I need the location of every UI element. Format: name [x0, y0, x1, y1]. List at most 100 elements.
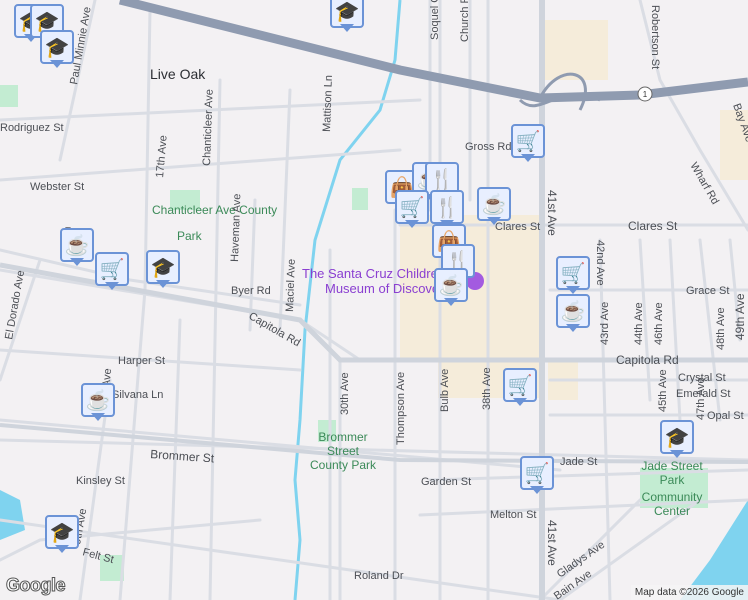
highway-shield: 1 — [643, 90, 648, 99]
svg-text:Bulb Ave: Bulb Ave — [439, 369, 451, 412]
marker-pointer — [566, 286, 580, 294]
svg-text:Jade St: Jade St — [560, 456, 597, 468]
svg-text:Center: Center — [654, 504, 690, 518]
cafe-marker[interactable]: ☕ — [81, 383, 115, 423]
svg-text:Capitola Rd: Capitola Rd — [616, 353, 679, 367]
marker-pointer — [566, 324, 580, 332]
major-roads — [0, 0, 748, 600]
shopping-icon: 🛒 — [95, 252, 129, 286]
map-canvas[interactable]: 1 Live Oak Chanticleer Ave County Park B… — [0, 0, 748, 600]
cafe-marker[interactable]: ☕ — [60, 228, 94, 268]
svg-text:Silvana Ln: Silvana Ln — [112, 389, 163, 401]
svg-text:Street: Street — [327, 444, 360, 458]
svg-text:Melton St: Melton St — [490, 509, 536, 521]
svg-text:Gross Rd: Gross Rd — [465, 141, 511, 153]
svg-text:Park: Park — [177, 229, 203, 243]
shopping-marker[interactable]: 🛒 — [95, 252, 129, 292]
svg-text:Grace St: Grace St — [686, 285, 729, 297]
google-logo[interactable]: Google — [6, 575, 67, 596]
map-attribution[interactable]: Map data ©2026 Google — [630, 585, 748, 600]
marker-pointer — [405, 220, 419, 228]
svg-text:17th Ave: 17th Ave — [154, 135, 170, 179]
marker-pointer — [156, 280, 170, 288]
shopping-icon: 🛒 — [395, 190, 429, 224]
school-icon: 🎓 — [146, 250, 180, 284]
shopping-icon: 🛒 — [556, 256, 590, 290]
school-icon: 🎓 — [45, 515, 79, 549]
svg-text:Byer Rd: Byer Rd — [231, 285, 271, 297]
school-marker[interactable]: 🎓 — [330, 0, 364, 34]
cafe-icon: ☕ — [60, 228, 94, 262]
school-icon: 🎓 — [660, 420, 694, 454]
svg-text:Brommer St: Brommer St — [150, 447, 215, 465]
shopping-icon: 🛒 — [520, 456, 554, 490]
water — [0, 0, 748, 600]
marker-pointer — [55, 545, 69, 553]
cafe-icon: ☕ — [556, 294, 590, 328]
svg-text:48th Ave: 48th Ave — [715, 307, 727, 350]
svg-text:Chanticleer Ave: Chanticleer Ave — [201, 89, 216, 166]
marker-pointer — [530, 486, 544, 494]
svg-text:Museum of Discovery: Museum of Discovery — [325, 281, 450, 296]
cafe-icon: ☕ — [434, 268, 468, 302]
svg-text:46th Ave: 46th Ave — [653, 302, 665, 345]
shopping-marker[interactable]: 🛒 — [556, 256, 590, 296]
school-icon: 🎓 — [40, 30, 74, 64]
svg-text:Roland Dr: Roland Dr — [354, 570, 404, 582]
svg-text:The Santa Cruz Children's: The Santa Cruz Children's — [302, 266, 455, 281]
school-marker[interactable]: 🎓 — [146, 250, 180, 290]
marker-pointer — [70, 258, 84, 266]
svg-text:County Park: County Park — [310, 458, 377, 472]
shopping-marker[interactable]: 🛒 — [520, 456, 554, 496]
shopping-marker[interactable]: 🛒 — [503, 368, 537, 408]
shopping-icon: 🛒 — [511, 124, 545, 158]
svg-text:Thompson Ave: Thompson Ave — [395, 372, 407, 445]
svg-text:Harper St: Harper St — [118, 355, 165, 367]
svg-text:Mattison Ln: Mattison Ln — [321, 75, 335, 132]
svg-text:Park: Park — [660, 473, 686, 487]
cafe-icon: ☕ — [81, 383, 115, 417]
svg-text:Maciel Ave: Maciel Ave — [284, 259, 298, 312]
marker-pointer — [487, 217, 501, 225]
svg-text:Opal St: Opal St — [707, 410, 744, 422]
cafe-marker[interactable]: ☕ — [434, 268, 468, 308]
shopping-icon: 🛒 — [503, 368, 537, 402]
marker-pointer — [50, 60, 64, 68]
svg-text:Brommer: Brommer — [318, 430, 367, 444]
cafe-marker[interactable]: ☕ — [477, 187, 511, 227]
minor-roads — [0, 0, 748, 600]
svg-text:Community: Community — [642, 490, 703, 504]
marker-pointer — [670, 450, 684, 458]
school-marker[interactable]: 🎓 — [660, 420, 694, 460]
svg-text:30th Ave: 30th Ave — [339, 372, 351, 415]
svg-text:Haveman Ave: Haveman Ave — [229, 193, 243, 262]
shopping-marker[interactable]: 🛒 — [395, 190, 429, 230]
marker-pointer — [340, 24, 354, 32]
svg-text:Wharf Rd: Wharf Rd — [687, 161, 721, 207]
svg-text:38th Ave: 38th Ave — [481, 367, 493, 410]
cafe-marker[interactable]: ☕ — [556, 294, 590, 334]
svg-text:45th Ave: 45th Ave — [657, 369, 669, 412]
svg-text:Robertson St: Robertson St — [649, 5, 661, 69]
marker-pointer — [105, 282, 119, 290]
shopping-marker[interactable]: 🛒 — [511, 124, 545, 164]
svg-text:Chanticleer Ave County: Chanticleer Ave County — [152, 203, 277, 217]
svg-text:Webster St: Webster St — [30, 181, 84, 193]
cafe-icon: ☕ — [477, 187, 511, 221]
svg-text:Jade Street: Jade Street — [641, 459, 703, 473]
street-labels: Paul Minnie Ave Rodriguez St Webster St … — [0, 0, 748, 600]
svg-text:41st Ave: 41st Ave — [545, 190, 559, 236]
svg-text:Church Park Dr: Church Park Dr — [459, 0, 471, 42]
svg-text:Garden St: Garden St — [421, 476, 471, 488]
park-chanticleer[interactable]: Chanticleer Ave County Park — [152, 203, 277, 243]
svg-text:43rd Ave: 43rd Ave — [599, 302, 611, 345]
svg-text:Soquel Gulch Rd: Soquel Gulch Rd — [429, 0, 441, 40]
svg-text:44th Ave: 44th Ave — [633, 302, 645, 345]
marker-pointer — [91, 413, 105, 421]
school-marker[interactable]: 🎓 — [45, 515, 79, 555]
marker-pointer — [513, 398, 527, 406]
marker-pointer — [444, 298, 458, 306]
place-live-oak: Live Oak — [150, 66, 206, 82]
svg-text:Rodriguez St: Rodriguez St — [0, 122, 64, 134]
school-marker[interactable]: 🎓 — [40, 30, 74, 70]
